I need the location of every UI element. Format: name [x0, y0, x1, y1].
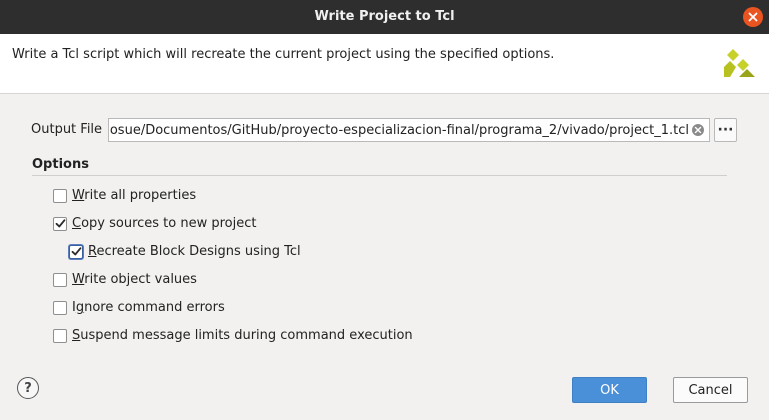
window-title: Write Project to Tcl	[314, 9, 455, 24]
dialog-header: Write a Tcl script which will recreate t…	[0, 34, 769, 94]
help-icon: ?	[24, 380, 32, 396]
ok-button[interactable]: OK	[572, 377, 647, 403]
output-file-value[interactable]: ome/josue/Documentos/GitHub/proyecto-esp…	[109, 123, 689, 138]
close-button[interactable]	[743, 7, 763, 27]
checkbox-write-all-properties[interactable]: Write all properties	[53, 188, 196, 203]
help-button[interactable]: ?	[17, 377, 39, 399]
checkbox-box[interactable]	[53, 216, 67, 231]
checkbox-label: Write all properties	[72, 188, 197, 203]
checkbox-box[interactable]	[53, 328, 67, 343]
checkbox-write-object-values[interactable]: Write object values	[53, 272, 197, 287]
checkbox-label: Suspend message limits during command ex…	[72, 328, 413, 343]
checkbox-box[interactable]	[53, 300, 67, 315]
checkbox-label: Recreate Block Designs using Tcl	[88, 244, 301, 259]
more-icon: ···	[717, 122, 734, 138]
clear-icon[interactable]	[691, 123, 705, 137]
checkbox-label: Copy sources to new project	[72, 216, 257, 231]
checkbox-box[interactable]	[53, 272, 67, 287]
options-divider	[32, 175, 727, 176]
browse-button[interactable]: ···	[714, 118, 737, 142]
checkbox-copy-sources[interactable]: Copy sources to new project	[53, 216, 257, 231]
checkbox-suspend-message-limits[interactable]: Suspend message limits during command ex…	[53, 328, 413, 343]
checkmark-icon	[55, 219, 65, 228]
checkbox-ignore-command-errors[interactable]: Ignore command errors	[53, 300, 225, 315]
checkmark-icon	[71, 247, 81, 256]
window-titlebar: Write Project to Tcl	[0, 0, 769, 34]
output-file-label: Output File	[31, 122, 103, 137]
checkbox-recreate-block-designs[interactable]: Recreate Block Designs using Tcl	[69, 244, 301, 259]
options-heading: Options	[32, 157, 89, 172]
xilinx-logo-icon	[724, 49, 755, 77]
dialog-description: Write a Tcl script which will recreate t…	[12, 47, 555, 62]
cancel-button[interactable]: Cancel	[673, 377, 748, 403]
checkbox-box[interactable]	[53, 188, 67, 203]
checkbox-label: Ignore command errors	[72, 300, 225, 315]
checkbox-box[interactable]	[69, 244, 83, 259]
checkbox-label: Write object values	[72, 272, 197, 287]
close-icon	[748, 12, 758, 22]
output-file-input[interactable]: ome/josue/Documentos/GitHub/proyecto-esp…	[108, 118, 710, 142]
